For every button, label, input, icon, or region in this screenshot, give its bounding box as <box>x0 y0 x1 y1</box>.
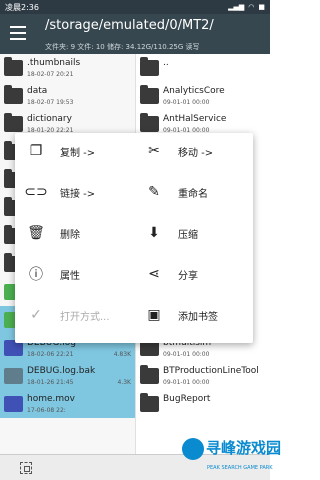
file-row[interactable]: .thumbnails 18-02-07 20:21 <box>0 54 135 82</box>
signal-icon: ▂▄▆ <box>228 3 245 11</box>
file-name: dictionary <box>27 114 72 124</box>
menu-item-label: 压缩 <box>178 229 198 241</box>
trash-icon: 🗑 <box>27 225 45 241</box>
folder-icon <box>140 365 159 384</box>
current-path: /storage/emulated/0/MT2/ <box>45 18 214 33</box>
menu-item-bookmark[interactable]: ▣ 添加书签 <box>145 299 218 331</box>
file-icon <box>4 396 23 412</box>
menu-item-download[interactable]: ⬇ 压缩 <box>145 217 198 249</box>
folder-icon <box>140 113 159 132</box>
file-row[interactable]: home.mov 17-06-08 22: <box>0 390 135 418</box>
file-name: .thumbnails <box>27 58 81 68</box>
battery-icon: ■ <box>258 3 265 11</box>
menu-item-copy[interactable]: ❐ 复制 -> <box>27 135 95 167</box>
info-icon: ⓘ <box>29 267 43 283</box>
link-icon: ⊂⊃ <box>24 184 48 200</box>
file-date: 18-02-07 20:21 <box>27 71 74 78</box>
file-date: 09-01-01 00:00 <box>163 351 210 358</box>
folder-icon <box>4 57 23 76</box>
watermark-subtext: PEAK SEARCH GAME PARK <box>207 465 273 471</box>
menu-icon[interactable] <box>10 26 26 40</box>
wifi-icon: ◠ <box>248 3 255 11</box>
file-row[interactable]: data 18-02-07 19:53 <box>0 82 135 110</box>
watermark-text: 寻峰游戏园 <box>206 439 282 457</box>
file-name: data <box>27 86 48 96</box>
menu-item-label: 复制 -> <box>60 147 96 159</box>
file-date: 18-02-07 19:53 <box>27 99 74 106</box>
menu-item-trash[interactable]: 🗑 删除 <box>27 217 80 249</box>
menu-item-link[interactable]: ⊂⊃ 链接 -> <box>24 176 96 208</box>
menu-item-label: 重命名 <box>178 188 208 200</box>
menu-item-check: ✓ 打开方式... <box>27 299 110 331</box>
menu-item-label: 打开方式... <box>60 311 110 323</box>
storage-info: 文件夹: 9 文件: 10 储存: 34.12G/110.25G 读写 <box>45 43 200 51</box>
file-icon <box>4 368 23 384</box>
file-size: 4.3K <box>117 379 131 386</box>
folder-icon <box>140 57 159 76</box>
file-name: AntHalService <box>163 114 227 124</box>
file-row[interactable]: BugReport <box>136 390 270 418</box>
check-icon: ✓ <box>30 307 42 323</box>
pencil-icon: ✎ <box>148 184 160 200</box>
folder-icon <box>4 113 23 132</box>
download-icon: ⬇ <box>148 225 160 241</box>
menu-item-label: 链接 -> <box>60 188 96 200</box>
file-date: 09-01-01 00:00 <box>163 379 210 386</box>
file-name: BugReport <box>163 394 211 404</box>
folder-icon <box>140 393 159 412</box>
folder-icon <box>140 85 159 104</box>
menu-item-label: 添加书签 <box>178 311 218 323</box>
watermark: 寻峰游戏园 PEAK SEARCH GAME PARK <box>180 434 281 480</box>
bookmark-icon: ▣ <box>147 307 161 323</box>
file-name: .. <box>163 58 169 68</box>
menu-item-label: 移动 -> <box>178 147 214 159</box>
menu-item-label: 分享 <box>178 270 198 282</box>
menu-item-label: 属性 <box>60 270 80 282</box>
copy-icon: ❐ <box>29 143 43 159</box>
file-date: 17-06-08 22: <box>27 407 66 414</box>
file-date: 09-01-01 00:00 <box>163 99 210 106</box>
file-name: DEBUG.log.bak <box>27 366 96 376</box>
status-bar: 凌晨2:36 ▂▄▆ ◠ ■ <box>0 0 270 14</box>
status-time: 凌晨2:36 <box>5 2 39 12</box>
file-row[interactable]: .. <box>136 54 270 82</box>
folder-icon <box>4 85 23 104</box>
scissors-icon: ✂ <box>148 143 160 159</box>
watermark-logo-icon <box>182 438 204 460</box>
menu-item-label: 删除 <box>60 229 80 241</box>
file-row[interactable]: BTProductionLineTool 09-01-01 00:00 <box>136 362 270 390</box>
file-row[interactable]: AnalyticsCore 09-01-01 00:00 <box>136 82 270 110</box>
file-row[interactable]: DEBUG.log.bak 18-01-26 21:45 4.3K <box>0 362 135 390</box>
app-bar: /storage/emulated/0/MT2/ 文件夹: 9 文件: 10 储… <box>0 14 270 54</box>
menu-item-share[interactable]: ⋖ 分享 <box>145 258 198 290</box>
file-date: 18-01-26 21:45 <box>27 379 74 386</box>
share-icon: ⋖ <box>148 266 160 282</box>
file-date: 18-02-06 22:21 <box>27 351 74 358</box>
select-all-icon[interactable] <box>20 462 32 474</box>
file-name: home.mov <box>27 394 75 404</box>
file-name: AnalyticsCore <box>163 86 225 96</box>
menu-item-pencil[interactable]: ✎ 重命名 <box>145 176 208 208</box>
menu-item-info[interactable]: ⓘ 属性 <box>27 258 80 290</box>
context-menu: ❐ 复制 -> ✂ 移动 -> ⊂⊃ 链接 -> ✎ 重命名 🗑 删除 ⬇ 压缩 ⓘ 属性 ⋖ 分享 ✓ 打开方式… <box>15 133 253 343</box>
file-name: BTProductionLineTool <box>163 366 259 376</box>
menu-item-scissors[interactable]: ✂ 移动 -> <box>145 135 213 167</box>
file-size: 4.83K <box>113 351 131 358</box>
